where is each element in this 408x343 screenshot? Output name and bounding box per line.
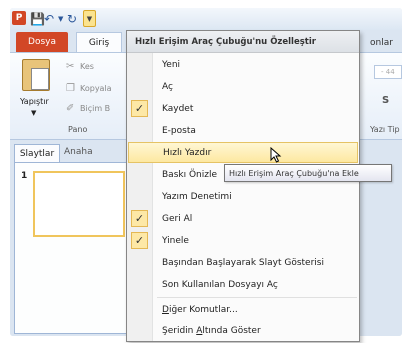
menu-item-label: E-posta — [162, 125, 196, 136]
slide-thumbnails: 1 — [14, 162, 132, 334]
menu-item-label: Yazım Denetimi — [162, 191, 232, 202]
tab-home[interactable]: Giriş — [76, 32, 122, 52]
tab-file[interactable]: Dosya — [16, 32, 68, 52]
checkmark-icon: ✓ — [131, 100, 148, 117]
paste-dropdown-icon[interactable]: ▼ — [31, 109, 36, 117]
menu-item-open-recent[interactable]: Son Kullanılan Dosyayı Aç — [128, 274, 358, 295]
menu-item-label: Yinele — [162, 235, 189, 246]
font-size-box[interactable]: - 44 — [374, 65, 402, 79]
menu-item-label: Aç — [162, 81, 173, 92]
clipboard-group-label: Pano — [68, 125, 88, 134]
format-painter-button[interactable]: ✐ Biçim B — [66, 103, 110, 114]
quick-access-toolbar: P 💾 ↶ ▼ ↻ ▼ — [10, 8, 402, 30]
menu-item-spelling[interactable]: Yazım Denetimi — [128, 186, 358, 207]
copy-label: Kopyala — [80, 84, 112, 93]
menu-item-slideshow-from-start[interactable]: Başından Başlayarak Slayt Gösterisi — [128, 252, 358, 273]
menu-item-more-commands[interactable]: Diğer Komutlar... — [128, 299, 358, 320]
menu-item-open[interactable]: Aç — [128, 76, 358, 97]
menu-item-label: Diğer Komutlar... — [162, 304, 238, 315]
menu-item-show-below-ribbon[interactable]: Şeridin Altında Göster — [128, 320, 358, 341]
menu-item-label: Yeni — [162, 59, 181, 70]
add-to-qat-tooltip: Hızlı Erişim Araç Çubuğu'na Ekle — [224, 164, 392, 182]
format-painter-label: Biçim B — [80, 104, 111, 113]
cut-label: Kes — [80, 62, 94, 71]
copy-icon: ❐ — [66, 83, 75, 94]
menu-item-label: Baskı Önizle — [162, 169, 218, 180]
menu-separator — [157, 297, 357, 298]
tab-outline[interactable]: Anaha — [64, 147, 93, 157]
tab-slides[interactable]: Slaytlar — [14, 144, 60, 162]
brush-icon: ✐ — [66, 103, 75, 114]
shadow-button[interactable]: S — [382, 95, 389, 106]
scissors-icon: ✂ — [66, 61, 75, 72]
cut-button[interactable]: ✂ Kes — [66, 61, 94, 72]
slide-thumbnail[interactable] — [33, 171, 125, 237]
customize-qat-menu: Hızlı Erişim Araç Çubuğu'nu Özelleştir Y… — [126, 30, 360, 342]
paste-icon[interactable] — [22, 59, 50, 91]
menu-item-new[interactable]: Yeni — [128, 54, 358, 75]
menu-item-label: Son Kullanılan Dosyayı Aç — [162, 279, 278, 290]
menu-item-label: Kaydet — [162, 103, 194, 114]
slide-number: 1 — [21, 171, 28, 181]
menu-item-label: Hızlı Yazdır — [163, 147, 212, 158]
undo-icon[interactable]: ↶ — [44, 11, 54, 27]
menu-item-label: Geri Al — [162, 213, 193, 224]
checkmark-icon: ✓ — [131, 210, 148, 227]
paste-button[interactable]: Yapıştır — [20, 97, 49, 106]
redo-icon[interactable]: ↻ — [67, 11, 77, 27]
menu-item-email[interactable]: E-posta — [128, 120, 358, 141]
menu-item-label: Şeridin Altında Göster — [162, 325, 261, 336]
menu-item-undo[interactable]: ✓ Geri Al — [128, 208, 358, 229]
menu-item-save[interactable]: ✓ Kaydet — [128, 98, 358, 119]
menu-item-redo[interactable]: ✓ Yinele — [128, 230, 358, 251]
undo-dropdown-arrow-icon[interactable]: ▼ — [58, 11, 63, 27]
mouse-cursor-icon — [270, 147, 282, 163]
customize-qat-button[interactable]: ▼ — [83, 10, 96, 27]
font-group-label: Yazı Tip — [370, 125, 400, 134]
copy-button[interactable]: ❐ Kopyala — [66, 83, 112, 94]
tab-animations[interactable]: onlar — [370, 38, 393, 48]
menu-header: Hızlı Erişim Araç Çubuğu'nu Özelleştir — [127, 31, 359, 53]
slide-panel-tabs: Slaytlar Anaha — [14, 144, 132, 162]
menu-item-label: Başından Başlayarak Slayt Gösterisi — [162, 257, 324, 268]
powerpoint-logo-icon[interactable]: P — [12, 11, 26, 25]
save-icon[interactable]: 💾 — [30, 11, 45, 27]
menu-item-quick-print[interactable]: Hızlı Yazdır — [128, 142, 358, 163]
checkmark-icon: ✓ — [131, 232, 148, 249]
